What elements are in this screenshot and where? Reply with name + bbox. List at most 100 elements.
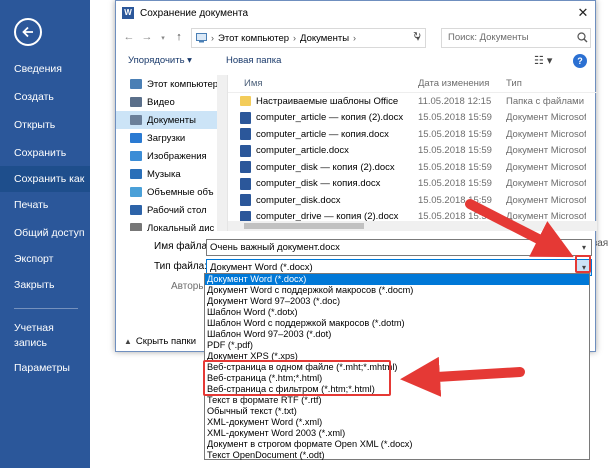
- documents-icon: [130, 115, 142, 125]
- filetype-option[interactable]: XML-документ Word 2003 (*.xml): [205, 428, 589, 439]
- file-row[interactable]: computer_article.docx 15.05.2018 15:59 Док…: [228, 143, 597, 160]
- file-type: Документ Microsoft: [506, 128, 586, 140]
- view-options-icon[interactable]: ☷ ▾: [534, 54, 552, 67]
- file-row[interactable]: computer_disk — копия.docx 15.05.2018 15:…: [228, 176, 597, 193]
- column-type[interactable]: Тип: [506, 78, 586, 89]
- filetype-option[interactable]: Обычный текст (*.txt): [205, 406, 589, 417]
- chevron-up-icon: ▲: [124, 337, 132, 346]
- nav-item[interactable]: Изображения: [116, 147, 227, 165]
- nav-item[interactable]: Локальный дис: [116, 219, 227, 231]
- backstage-item-account[interactable]: Учетная запись: [0, 318, 70, 352]
- nav-item-label: Изображения: [147, 150, 207, 162]
- backstage-item-new[interactable]: Создать: [0, 84, 90, 110]
- help-icon[interactable]: ?: [573, 54, 587, 68]
- filetype-option[interactable]: Документ Word 97–2003 (*.doc): [205, 296, 589, 307]
- column-date[interactable]: Дата изменения: [418, 78, 506, 89]
- filetype-option[interactable]: Документ Word с поддержкой макросов (*.d…: [205, 285, 589, 296]
- filetype-option[interactable]: Шаблон Word 97–2003 (*.dot): [205, 329, 589, 340]
- file-date: 15.05.2018 15:59: [418, 145, 492, 157]
- filetype-option[interactable]: PDF (*.pdf): [205, 340, 589, 351]
- chevron-down-icon[interactable]: ▾: [577, 240, 591, 255]
- file-name: computer_article.docx: [256, 145, 349, 157]
- nav-item[interactable]: Видео: [116, 93, 227, 111]
- nav-item[interactable]: Этот компьютер: [116, 75, 227, 93]
- filetype-option[interactable]: Документ Word (*.docx): [205, 274, 589, 285]
- file-name-cell: computer_article — копия (2).docx: [228, 111, 418, 124]
- chevron-right-icon: ›: [353, 33, 357, 43]
- organize-button[interactable]: Упорядочить ▾: [128, 55, 192, 66]
- nav-item-label: Объемные объ: [147, 186, 214, 198]
- filetype-option[interactable]: Шаблон Word с поддержкой макросов (*.dot…: [205, 318, 589, 329]
- 3d-objects-icon: [130, 187, 142, 197]
- file-name: computer_disk.docx: [256, 194, 341, 206]
- filetype-value: Документ Word (*.docx): [210, 262, 313, 273]
- hide-folders-button[interactable]: ▲ Скрыть папки: [124, 336, 196, 347]
- file-date: 15.05.2018 15:59: [418, 161, 492, 173]
- drive-icon: [130, 223, 142, 231]
- breadcrumb-item[interactable]: Этот компьютер: [218, 33, 289, 44]
- backstage-item-save-as[interactable]: Сохранить как: [0, 166, 90, 192]
- word-doc-icon: [240, 161, 251, 174]
- nav-item[interactable]: Загрузки: [116, 129, 227, 147]
- backstage-item-share[interactable]: Общий доступ: [0, 220, 90, 246]
- recent-chevron-icon[interactable]: ▾: [156, 34, 170, 42]
- nav-scrollbar[interactable]: [217, 75, 227, 231]
- nav-item-label: Загрузки: [147, 132, 186, 144]
- up-icon[interactable]: ↑: [172, 31, 186, 43]
- backstage-item-save[interactable]: Сохранить: [0, 140, 90, 166]
- file-name: computer_disk — копия (2).docx: [256, 161, 395, 173]
- filetype-option[interactable]: Текст в формате RTF (*.rtf): [205, 395, 589, 406]
- new-folder-button[interactable]: Новая папка: [226, 55, 281, 66]
- hide-folders-label: Скрыть папки: [135, 336, 197, 347]
- computer-icon: [130, 79, 142, 89]
- file-row[interactable]: computer_article — копия (2).docx 15.05.2…: [228, 110, 597, 127]
- nav-item[interactable]: Объемные объ: [116, 183, 227, 201]
- backstage-item-export[interactable]: Экспорт: [0, 246, 90, 272]
- close-icon[interactable]: ✕: [571, 5, 595, 21]
- file-name-cell: computer_article — копия.docx: [228, 128, 418, 141]
- file-name: computer_article — копия.docx: [256, 128, 389, 140]
- nav-item[interactable]: Документы: [116, 111, 227, 129]
- backstage-item-open[interactable]: Открыть: [0, 112, 90, 138]
- breadcrumb[interactable]: › Этот компьютер › Документы › ▾: [191, 28, 426, 48]
- file-name-cell: computer_disk — копия.docx: [228, 177, 418, 190]
- filetype-option[interactable]: XML-документ Word (*.xml): [205, 417, 589, 428]
- word-doc-icon: [240, 111, 251, 124]
- forward-icon[interactable]: →: [140, 31, 154, 43]
- file-row[interactable]: computer_article — копия.docx 15.05.2018 …: [228, 126, 597, 143]
- authors-label: Авторы:: [171, 281, 209, 292]
- filetype-option[interactable]: Документ в строгом формате Open XML (*.d…: [205, 439, 589, 450]
- file-name: computer_article — копия (2).docx: [256, 112, 404, 124]
- back-arrow-icon[interactable]: [14, 18, 42, 46]
- backstage-item-options[interactable]: Параметры: [0, 355, 90, 381]
- breadcrumb-item[interactable]: Документы: [300, 33, 349, 44]
- filename-label: Имя файла:: [154, 241, 210, 252]
- web-formats-highlight: [203, 360, 391, 396]
- backstage-item-print[interactable]: Печать: [0, 192, 90, 218]
- file-name: Настраиваемые шаблоны Office: [256, 95, 399, 107]
- nav-item-label: Документы: [147, 114, 196, 126]
- scrollbar-thumb[interactable]: [244, 223, 364, 229]
- backstage-item-info[interactable]: Сведения: [0, 56, 90, 82]
- file-row[interactable]: Настраиваемые шаблоны Office 11.05.2018 1…: [228, 93, 597, 110]
- horizontal-scrollbar[interactable]: [228, 221, 597, 231]
- nav-item[interactable]: Музыка: [116, 165, 227, 183]
- refresh-icon[interactable]: ↻: [413, 31, 421, 42]
- word-icon: W: [122, 7, 134, 19]
- nav-item[interactable]: Рабочий стол: [116, 201, 227, 219]
- file-row[interactable]: computer_disk — копия (2).docx 15.05.2018…: [228, 159, 597, 176]
- filetype-option[interactable]: Текст OpenDocument (*.odt): [205, 450, 589, 461]
- file-type: Документ Microsoft: [506, 112, 586, 124]
- backstage-item-close[interactable]: Закрыть: [0, 272, 90, 298]
- search-input[interactable]: Поиск: Документы: [441, 28, 591, 48]
- column-name[interactable]: Имя: [228, 78, 418, 89]
- music-icon: [130, 169, 142, 179]
- downloads-icon: [130, 133, 142, 143]
- file-type: Документ Microsoft: [506, 178, 586, 190]
- filename-input[interactable]: Очень важный документ.docx ▾: [206, 239, 592, 256]
- file-date: 15.05.2018 15:59: [418, 178, 492, 190]
- back-icon[interactable]: ←: [122, 31, 136, 43]
- file-row[interactable]: computer_disk.docx 15.05.2018 15:59 Докуме…: [228, 192, 597, 209]
- filetype-option[interactable]: Шаблон Word (*.dotx): [205, 307, 589, 318]
- desktop-icon: [130, 205, 142, 215]
